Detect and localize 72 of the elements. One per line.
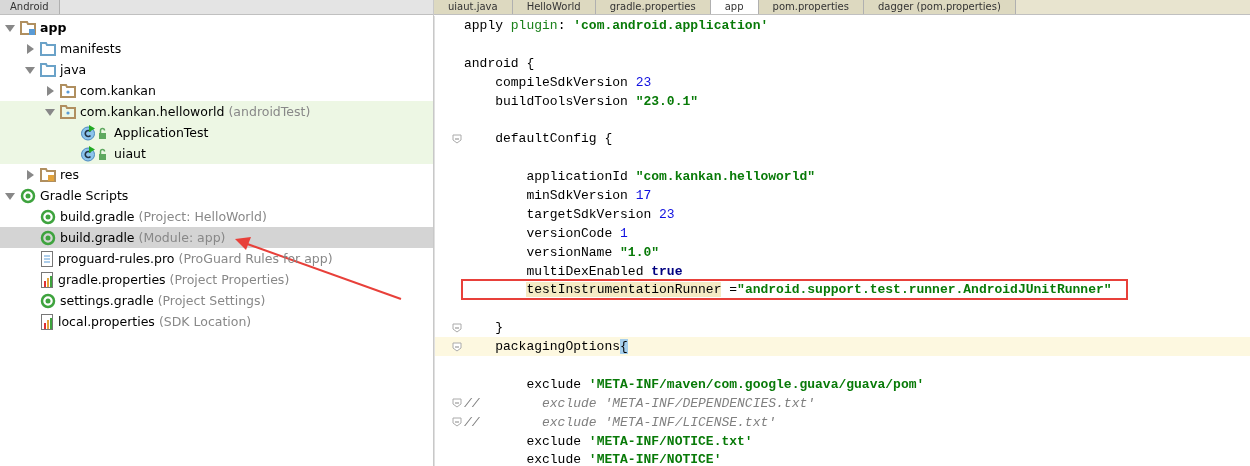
editor-tab[interactable]: pom.properties — [758, 0, 864, 14]
code-line: targetSdkVersion 23 — [525, 206, 675, 222]
editor-tab[interactable]: gradle.properties — [595, 0, 711, 14]
expand-arrow-icon[interactable] — [25, 43, 35, 54]
fold-marker-icon[interactable] — [452, 133, 462, 144]
editor-tab[interactable]: app — [710, 0, 759, 14]
gradle-icon — [40, 229, 56, 246]
code-line: // exclude 'META-INF/LICENSE.txt' — [464, 414, 777, 430]
gradle-icon — [40, 208, 56, 225]
tree-item[interactable]: res — [60, 167, 80, 182]
code-line: versionCode 1 — [525, 225, 628, 241]
tree-item[interactable]: com.kankan — [80, 83, 156, 98]
tree-item-detail: (SDK Location) — [158, 314, 252, 329]
collapse-arrow-icon[interactable] — [45, 106, 55, 117]
fold-marker-icon[interactable] — [452, 322, 462, 333]
editor-tab[interactable]: HelloWorld — [512, 0, 596, 14]
tree-item[interactable]: uiaut — [114, 146, 146, 161]
tree-item[interactable]: java — [60, 62, 87, 77]
tree-item[interactable]: settings.gradle — [60, 293, 154, 308]
code-line: } — [494, 320, 503, 336]
tree-item[interactable]: ApplicationTest — [114, 125, 209, 140]
code-line: defaultConfig { — [494, 131, 613, 147]
tree-item[interactable]: build.gradle — [60, 209, 135, 224]
tree-item[interactable]: gradle.properties — [58, 272, 166, 287]
module-folder-icon — [20, 20, 36, 35]
tree-item[interactable]: Gradle Scripts — [40, 188, 129, 203]
collapse-arrow-icon[interactable] — [25, 64, 35, 75]
editor-tab[interactable]: dagger (pom.properties) — [864, 0, 1016, 14]
collapse-arrow-icon[interactable] — [5, 22, 15, 33]
expand-arrow-icon[interactable] — [25, 169, 35, 180]
code-line: exclude 'META-INF/NOTICE' — [525, 452, 722, 466]
code-line: packagingOptions{ — [494, 339, 628, 355]
properties-file-icon — [40, 313, 54, 330]
code-line: apply plugin: 'com.android.application' — [464, 17, 769, 33]
tree-item-detail: (Project: HelloWorld) — [138, 209, 267, 224]
tree-item-detail: (Project Settings) — [157, 293, 266, 308]
code-line: exclude 'META-INF/maven/com.google.guava/guava/pom' — [525, 376, 925, 392]
properties-file-icon — [40, 271, 54, 288]
code-line: compileSdkVersion 23 — [494, 74, 652, 90]
collapse-arrow-icon[interactable] — [5, 190, 15, 201]
gradle-icon — [20, 187, 36, 204]
editor-tab[interactable]: uiaut.java — [434, 0, 513, 14]
code-line: android { — [464, 55, 535, 71]
package-folder-icon — [60, 104, 76, 119]
code-line: // exclude 'META-INF/DEPENDENCIES.txt' — [464, 395, 816, 411]
code-line: testInstrumentationRunner ="android.support.test.runner.AndroidJUnitRunner" — [525, 282, 1112, 298]
tree-item[interactable]: local.properties — [58, 314, 155, 329]
fold-marker-icon[interactable] — [452, 341, 462, 352]
resource-folder-icon — [40, 167, 56, 182]
code-line: versionName "1.0" — [525, 244, 660, 260]
folder-icon — [40, 41, 56, 56]
gradle-icon — [40, 292, 56, 309]
tree-item[interactable]: app — [40, 20, 67, 35]
tree-item[interactable]: proguard-rules.pro — [58, 251, 175, 266]
code-line: multiDexEnabled true — [525, 263, 683, 279]
tree-item[interactable]: manifests — [60, 41, 122, 56]
tree-item[interactable]: com.kankan.helloworld — [80, 104, 225, 119]
tree-item[interactable]: build.gradle — [60, 230, 135, 245]
code-line: buildToolsVersion "23.0.1" — [494, 93, 699, 109]
code-line: applicationId "com.kankan.helloworld" — [525, 169, 816, 185]
fold-marker-icon[interactable] — [452, 417, 462, 428]
tree-item-detail: (Module: app) — [138, 230, 226, 245]
code-line: exclude 'META-INF/NOTICE.txt' — [525, 433, 753, 449]
code-line: minSdkVersion 17 — [525, 187, 652, 203]
expand-arrow-icon[interactable] — [45, 85, 55, 96]
tree-item-detail: (androidTest) — [228, 104, 311, 119]
text-file-icon — [40, 250, 54, 267]
fold-marker-icon[interactable] — [452, 398, 462, 409]
package-folder-icon — [60, 83, 76, 98]
panel-tab[interactable]: Android — [0, 0, 60, 14]
tree-item-detail: (Project Properties) — [169, 272, 290, 287]
folder-icon — [40, 62, 56, 77]
